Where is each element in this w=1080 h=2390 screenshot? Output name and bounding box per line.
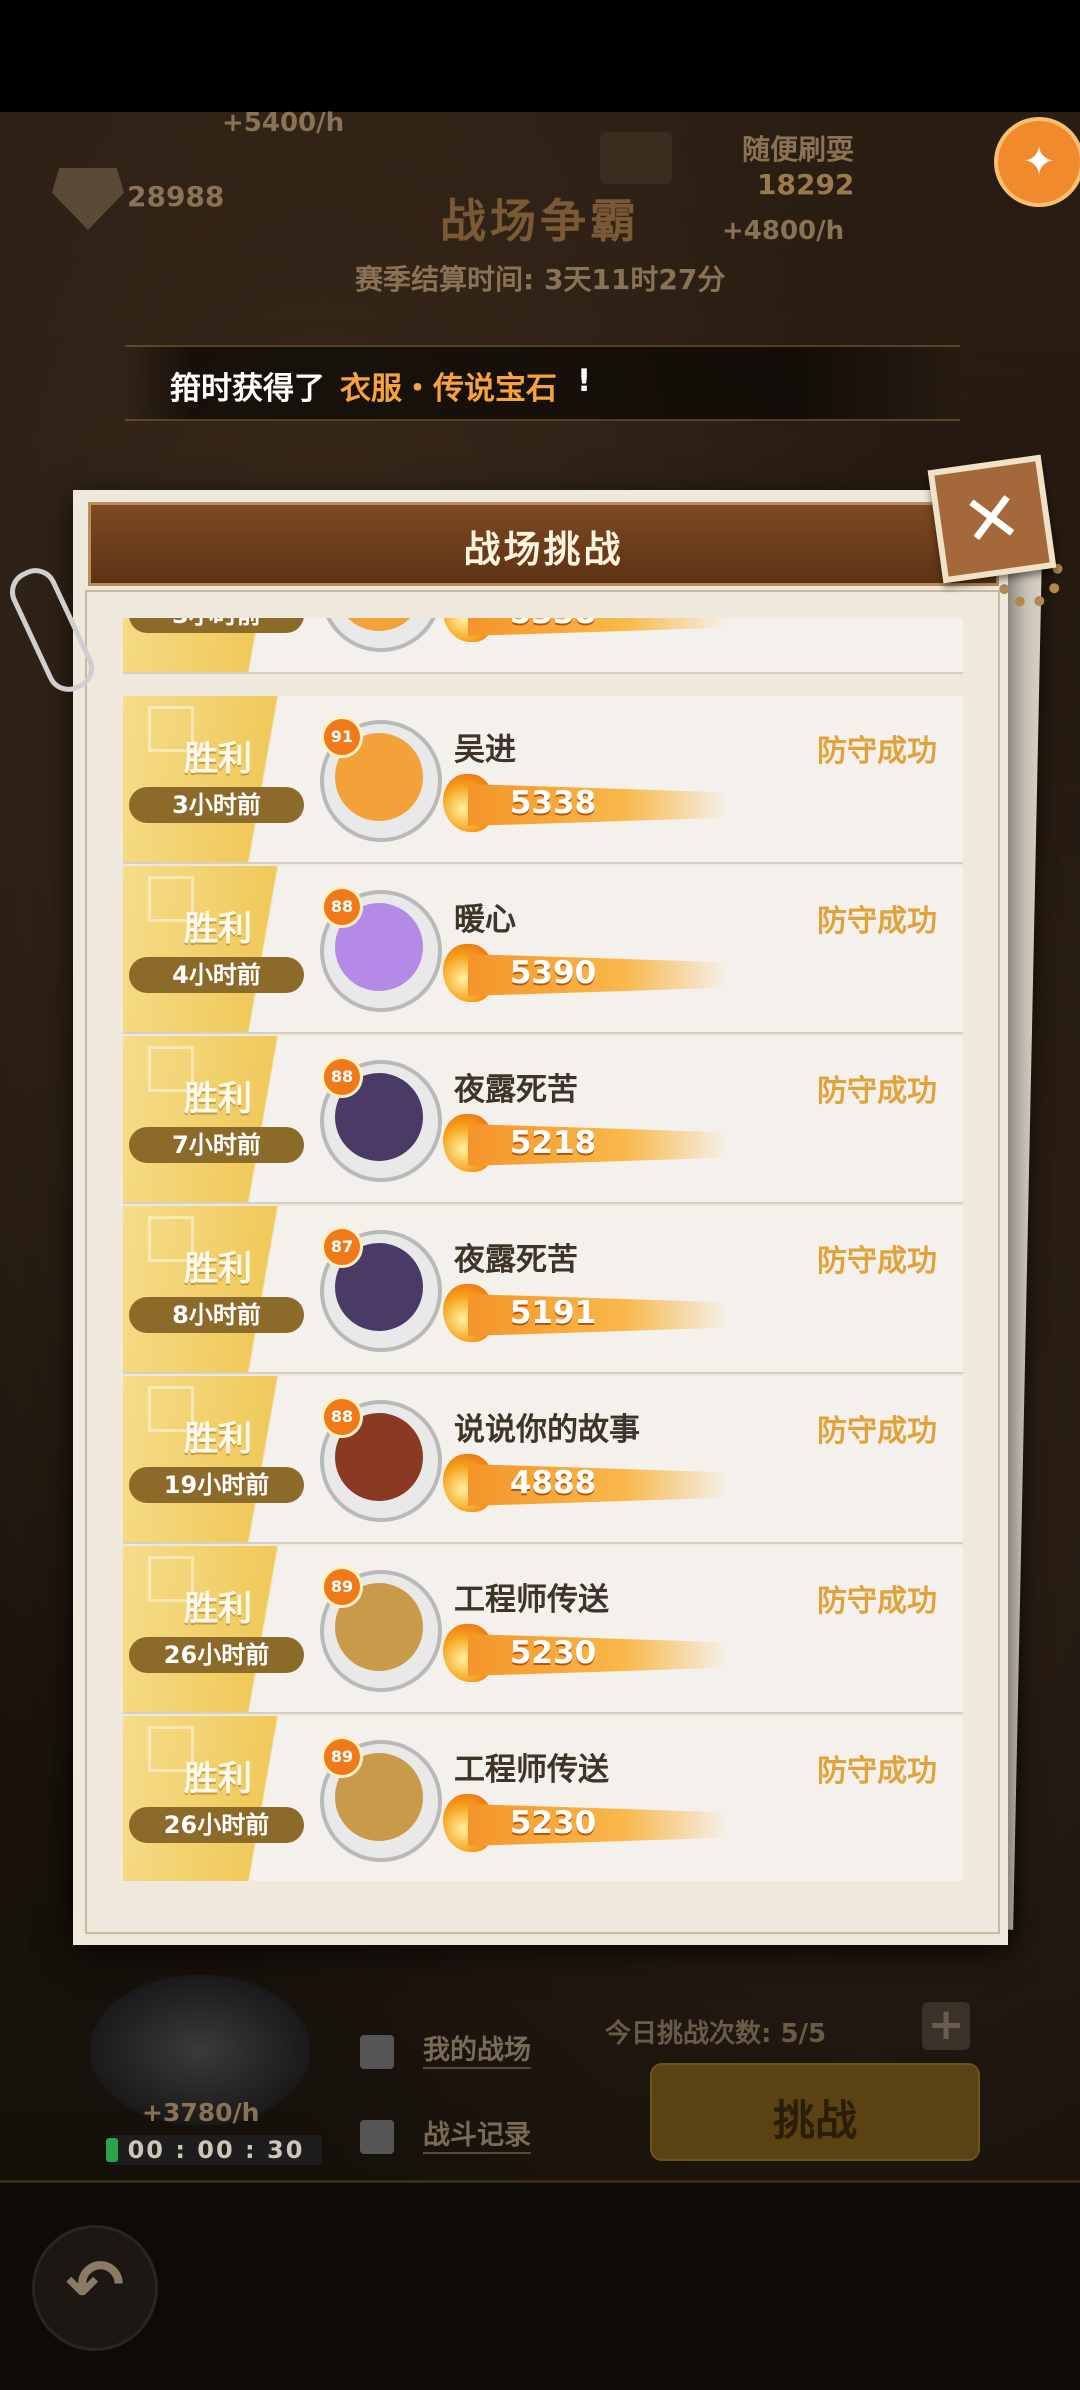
defense-result: 防守成功 (817, 1244, 937, 1279)
level-badge: 91 (321, 716, 363, 758)
defense-result: 防守成功 (817, 734, 937, 769)
record-time: 3小时前 (129, 618, 304, 633)
battle-record-list[interactable]: 3小时前 5338 胜利3小时前91吴进5338防守成功胜利4小时前88暖心53… (123, 618, 963, 1881)
power-value: 5230 (509, 1635, 597, 1671)
power-value: 5230 (509, 1805, 597, 1841)
left-score: 28988 (127, 180, 225, 213)
defense-result: 防守成功 (817, 904, 937, 939)
level-badge: 88 (321, 886, 363, 928)
page-title: 战场争霸 (440, 194, 640, 248)
opponent-name: 吴进 (454, 732, 516, 768)
opponent-name: 夜露死苦 (454, 1072, 578, 1108)
defense-result: 防守成功 (817, 1414, 937, 1449)
base-rate: +3780/h (142, 2098, 260, 2127)
power-value: 5338 (493, 618, 613, 631)
close-icon: ✕ (957, 474, 1027, 564)
top-rate: +5400/h (222, 108, 345, 138)
notice-highlight: 衣服・传说宝石 (340, 371, 557, 407)
list-item[interactable]: 胜利 7小时前 88 夜露死苦 5218 防守成功 (123, 1036, 963, 1204)
defense-result: 防守成功 (817, 1074, 937, 1109)
power-value: 5218 (509, 1125, 597, 1161)
list-item[interactable]: 胜利 26小时前 89 工程师传送 5230 防守成功 (123, 1546, 963, 1714)
outcome-label: 胜利 (184, 739, 252, 779)
list-item[interactable]: 胜利 8小时前 87 夜露死苦 5191 防守成功 (123, 1206, 963, 1374)
record-time: 19小时前 (129, 1467, 304, 1503)
power-value: 5191 (509, 1295, 597, 1331)
reward-notice: 箝时获得了 衣服・传说宝石 ! (125, 345, 960, 421)
game-logo-icon[interactable]: ✦ (994, 117, 1080, 207)
power-value: 5390 (509, 955, 597, 991)
back-arrow-icon[interactable]: ↶ (32, 2225, 158, 2351)
record-time: 4小时前 (129, 957, 304, 993)
challenge-button-label: 挑战 (772, 2096, 857, 2145)
collect-timer: 00 : 00 : 30 (110, 2135, 322, 2165)
list-item[interactable]: 胜利 3小时前 91 吴进 5338 防守成功 (123, 696, 963, 864)
outcome-label: 胜利 (184, 1589, 252, 1629)
list-item[interactable]: 胜利 19小时前 88 说说你的故事 4888 防守成功 (123, 1376, 963, 1544)
outcome-label: 胜利 (184, 909, 252, 949)
record-time: 26小时前 (129, 1807, 304, 1843)
defense-result: 防守成功 (817, 1584, 937, 1619)
right-rate: +4800/h (722, 216, 845, 246)
level-badge: 88 (321, 1396, 363, 1438)
add-challenges-button[interactable]: + (922, 2002, 970, 2050)
list-item-partial: 3小时前 5338 (123, 618, 963, 674)
record-time: 26小时前 (129, 1637, 304, 1673)
opponent-name: 夜露死苦 (454, 1242, 578, 1278)
power-value: 4888 (509, 1465, 597, 1501)
battle-log-button[interactable]: 战斗记录 (423, 2113, 531, 2154)
level-badge: 87 (321, 1226, 363, 1268)
right-score: 18292 (757, 168, 855, 201)
record-time: 3小时前 (129, 787, 304, 823)
notice-suffix: ! (577, 363, 592, 399)
list-item[interactable]: 胜利 4小时前 88 暖心 5390 防守成功 (123, 866, 963, 1034)
opponent-team-name: 随便刷耍 (742, 133, 855, 166)
opponent-name: 工程师传送 (454, 1582, 609, 1618)
level-badge: 88 (321, 1056, 363, 1098)
outcome-label: 胜利 (184, 1079, 252, 1119)
outcome-label: 胜利 (184, 1759, 252, 1799)
close-button[interactable]: ✕ (927, 454, 1057, 584)
outcome-label: 胜利 (184, 1249, 252, 1289)
power-value: 5338 (509, 785, 597, 821)
notice-prefix: 箝时获得了 (170, 371, 325, 407)
challenges-today: 今日挑战次数: 5/5 (605, 2019, 827, 2049)
season-end-time: 赛季结算时间: 3天11时27分 (355, 263, 726, 296)
rank-badge-icon (600, 132, 672, 184)
outcome-label: 胜利 (184, 1419, 252, 1459)
list-item[interactable]: 胜利 26小时前 89 工程师传送 5230 防守成功 (123, 1716, 963, 1881)
opponent-name: 工程师传送 (454, 1752, 609, 1788)
modal-header: 战场挑战 (88, 502, 999, 586)
opponent-name: 暖心 (454, 902, 516, 938)
battlefield-icon (360, 2035, 394, 2069)
record-time: 8小时前 (129, 1297, 304, 1333)
defense-result: 防守成功 (817, 1754, 937, 1789)
level-badge: 89 (321, 1566, 363, 1608)
battle-log-icon (360, 2120, 394, 2154)
opponent-name: 说说你的故事 (454, 1412, 640, 1448)
modal-title: 战场挑战 (463, 528, 624, 571)
status-bar (0, 0, 1080, 112)
record-time: 7小时前 (129, 1127, 304, 1163)
bottom-nav-bar (0, 2180, 1080, 2390)
level-badge: 89 (321, 1736, 363, 1778)
my-battlefield-button[interactable]: 我的战场 (423, 2028, 531, 2069)
challenge-button[interactable]: 挑战 (650, 2063, 980, 2161)
timer-indicator-icon (106, 2138, 118, 2162)
